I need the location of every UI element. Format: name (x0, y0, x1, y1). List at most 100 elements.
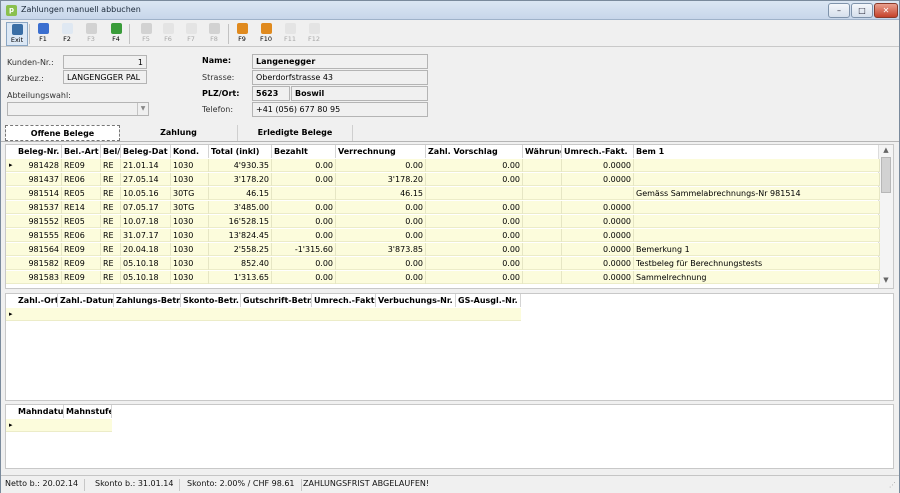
table-row[interactable]: 981537 RE14 RE 07.05.17 30TG 3'485.00 0.00 0.00… (6, 201, 880, 214)
table-cell[interactable]: RE (101, 257, 121, 270)
toolbar-f5-button[interactable]: F5 (135, 22, 157, 46)
table-cell[interactable]: RE06 (62, 173, 101, 186)
table-cell[interactable]: 0.00 (426, 229, 523, 242)
toolbar-f12-button[interactable]: F12 (303, 22, 325, 46)
table-row[interactable]: ▸ 981428 RE09 RE 21.01.14 1030 4'930.35 0.00 0.0… (6, 159, 880, 172)
table-cell[interactable] (523, 173, 562, 186)
table-row[interactable]: 981583 RE09 RE 05.10.18 1030 1'313.65 0.00 0.00… (6, 271, 880, 284)
toolbar-f2-button[interactable]: F2 (56, 22, 78, 46)
column-header[interactable]: Total (inkl) (209, 145, 272, 158)
tab-erledigte-belege[interactable]: Erledigte Belege (237, 125, 353, 141)
table-cell[interactable]: 1030 (171, 215, 209, 228)
tab-offene-belege[interactable]: Offene Belege (5, 125, 120, 141)
table-cell[interactable] (426, 187, 523, 200)
table-cell[interactable]: 27.05.14 (121, 173, 171, 186)
table-cell[interactable]: 0.0000 (562, 243, 634, 256)
table-cell[interactable]: 05.10.18 (121, 271, 171, 284)
table-cell[interactable]: 1030 (171, 257, 209, 270)
close-button[interactable]: ✕ (874, 3, 898, 18)
abteilung-select[interactable] (7, 102, 149, 116)
table-cell[interactable]: RE (101, 215, 121, 228)
tab-zahlung[interactable]: Zahlung (121, 125, 236, 141)
table-row[interactable]: 981555 RE06 RE 31.07.17 1030 13'824.45 0.00 0.0… (6, 229, 880, 242)
table-cell[interactable]: 0.00 (426, 173, 523, 186)
table-cell[interactable]: 1030 (171, 173, 209, 186)
table-cell[interactable]: 0.00 (272, 173, 336, 186)
table-row[interactable]: 981564 RE09 RE 20.04.18 1030 2'558.25 -1'315.6… (6, 243, 880, 256)
table-cell[interactable]: 0.00 (272, 201, 336, 214)
column-header[interactable]: Mahndatum (16, 405, 64, 418)
table-row[interactable]: 981437 RE06 RE 27.05.14 1030 3'178.20 0.00 3'17… (6, 173, 880, 186)
table-cell[interactable]: 981552 (16, 215, 62, 228)
table-cell[interactable] (634, 215, 880, 228)
toolbar-f10-button[interactable]: F10 (255, 22, 277, 46)
column-header[interactable]: Bel/ (101, 145, 121, 158)
table-cell[interactable]: 10.07.18 (121, 215, 171, 228)
table-cell[interactable]: 46.15 (336, 187, 426, 200)
table-cell[interactable]: 981437 (16, 173, 62, 186)
table-cell[interactable]: 0.00 (336, 229, 426, 242)
table-cell[interactable]: 0.00 (272, 159, 336, 172)
table-row[interactable]: 981582 RE09 RE 05.10.18 1030 852.40 0.00 0.00 0.… (6, 257, 880, 270)
table-cell[interactable]: 981555 (16, 229, 62, 242)
table-cell[interactable]: RE (101, 173, 121, 186)
table-cell[interactable]: 3'178.20 (336, 173, 426, 186)
column-header[interactable]: Umrech.-Fakt. (562, 145, 634, 158)
column-header[interactable]: Kond. (171, 145, 209, 158)
table-cell[interactable]: Sammelrechnung (634, 271, 880, 284)
table-cell[interactable]: RE09 (62, 159, 101, 172)
mahnungen-grid[interactable]: MahndatumMahnstufe ▸ (5, 404, 894, 469)
resize-grip-icon[interactable]: ⋰ (889, 481, 896, 489)
table-cell[interactable]: 16'528.15 (209, 215, 272, 228)
table-cell[interactable]: 1030 (171, 229, 209, 242)
table-cell[interactable]: 0.0000 (562, 271, 634, 284)
telefon-field[interactable]: +41 (056) 677 80 95 (252, 102, 428, 117)
column-header[interactable]: Mahnstufe (64, 405, 112, 418)
table-cell[interactable]: 05.10.18 (121, 257, 171, 270)
table-cell[interactable]: Gemäss Sammelabrechnungs-Nr 981514 (634, 187, 880, 200)
table-cell[interactable]: RE06 (62, 229, 101, 242)
kunden-nr-field[interactable]: 1 (63, 55, 147, 69)
table-cell[interactable]: 07.05.17 (121, 201, 171, 214)
table-cell[interactable]: 3'178.20 (209, 173, 272, 186)
toolbar-f11-button[interactable]: F11 (279, 22, 301, 46)
table-cell[interactable]: 0.00 (336, 257, 426, 270)
toolbar-exit-button[interactable]: Exit (6, 22, 28, 46)
column-header[interactable]: Verbuchungs-Nr. (376, 294, 456, 307)
kurzbez-field[interactable]: LANGENGGER PAL (63, 70, 147, 84)
table-cell[interactable]: 981564 (16, 243, 62, 256)
table-cell[interactable] (523, 229, 562, 242)
maximize-button[interactable]: □ (851, 3, 873, 18)
table-cell[interactable]: 10.05.16 (121, 187, 171, 200)
table-cell[interactable]: 2'558.25 (209, 243, 272, 256)
table-cell[interactable] (523, 257, 562, 270)
table-cell[interactable]: 0.00 (272, 271, 336, 284)
column-header[interactable]: Umrech.-Fakt. (312, 294, 376, 307)
table-cell[interactable]: 981582 (16, 257, 62, 270)
table-cell[interactable] (634, 159, 880, 172)
table-cell[interactable]: RE (101, 229, 121, 242)
table-cell[interactable]: 4'930.35 (209, 159, 272, 172)
toolbar-f9-button[interactable]: F9 (231, 22, 253, 46)
table-cell[interactable]: RE05 (62, 215, 101, 228)
table-cell[interactable]: 30TG (171, 187, 209, 200)
minimize-button[interactable]: – (828, 3, 850, 18)
column-header[interactable]: Gutschrift-Betr. (241, 294, 312, 307)
table-cell[interactable]: 0.0000 (562, 173, 634, 186)
scroll-thumb[interactable] (881, 157, 891, 193)
zahlungen-new-row[interactable]: ▸ (6, 308, 521, 321)
ort-field[interactable]: Boswil (291, 86, 428, 101)
table-cell[interactable]: 0.00 (426, 243, 523, 256)
column-header[interactable]: Verrechnung (336, 145, 426, 158)
table-cell[interactable]: 981583 (16, 271, 62, 284)
table-cell[interactable]: 0.00 (426, 271, 523, 284)
table-cell[interactable] (523, 187, 562, 200)
table-cell[interactable]: 0.00 (426, 215, 523, 228)
column-header[interactable]: Zahl. Vorschlag (426, 145, 523, 158)
table-cell[interactable] (523, 201, 562, 214)
table-cell[interactable]: 0.0000 (562, 257, 634, 270)
column-header[interactable]: Bezahlt (272, 145, 336, 158)
table-cell[interactable]: 46.15 (209, 187, 272, 200)
table-cell[interactable]: RE (101, 201, 121, 214)
column-header[interactable]: Bem 1 (634, 145, 880, 158)
